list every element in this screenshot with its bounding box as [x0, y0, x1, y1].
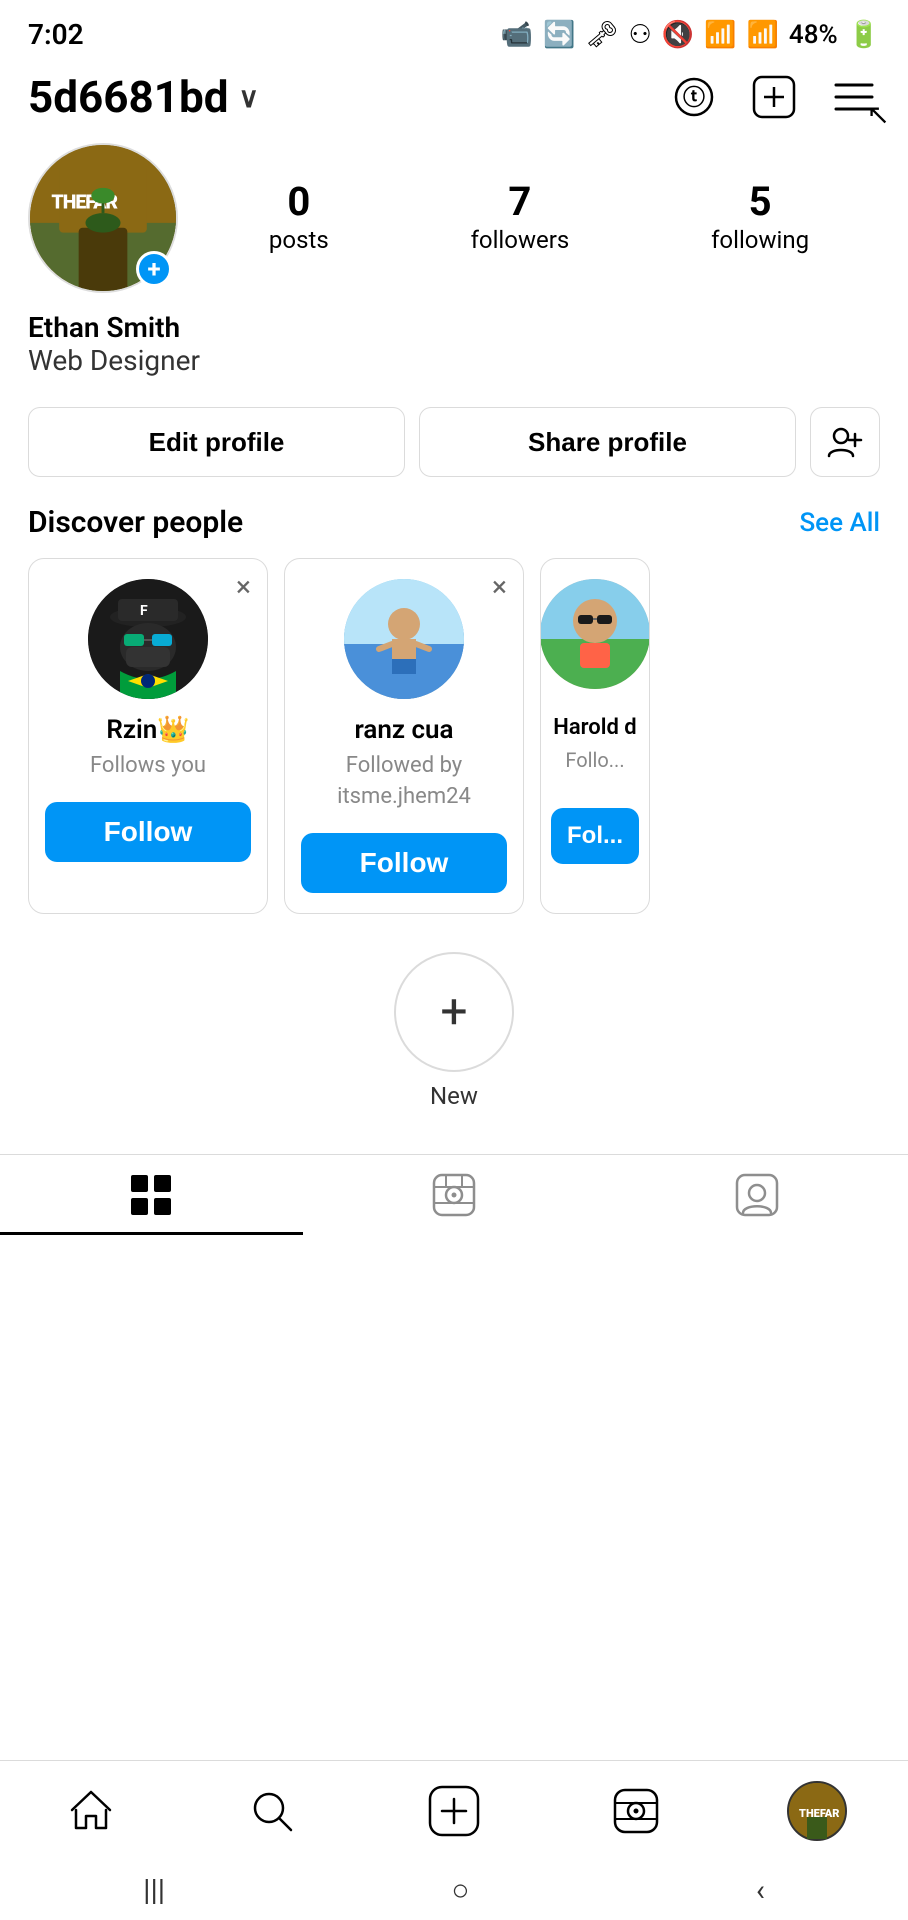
new-story-label: New — [430, 1082, 478, 1110]
threads-button[interactable]: ⓣ — [668, 71, 720, 123]
signal-icon: 📶 — [747, 20, 779, 50]
avatar-wrapper: THEFAR + — [28, 143, 178, 293]
dismiss-ranz-button[interactable]: × — [492, 573, 507, 601]
new-post-button[interactable] — [748, 71, 800, 123]
status-icons: 📹 🔄 🗝 ⚇ 🔇 📶 📶 48% 🔋 — [501, 20, 880, 50]
system-home-button[interactable]: ○ — [451, 1873, 469, 1908]
following-stat[interactable]: 5 following — [711, 182, 809, 254]
profile-bio: Web Designer — [28, 344, 880, 377]
battery-icon: 🔋 — [848, 20, 880, 50]
followers-stat[interactable]: 7 followers — [471, 182, 570, 254]
nav-reels[interactable] — [596, 1771, 676, 1851]
nav-profile[interactable]: THEFAR — [777, 1771, 857, 1851]
follow-rzin-button[interactable]: Follow — [45, 802, 251, 862]
tab-grid[interactable] — [0, 1155, 303, 1235]
chevron-down-icon[interactable]: ∨ — [239, 81, 260, 114]
action-buttons: Edit profile Share profile — [0, 393, 908, 491]
discover-card-ranz: × — [284, 558, 524, 914]
ranz-subtitle: Followed by itsme.jhem24 — [301, 751, 507, 813]
stats-row: 0 posts 7 followers 5 following — [198, 182, 880, 254]
new-story-item[interactable]: + New — [28, 952, 880, 1110]
highlights-section: + New — [0, 928, 908, 1134]
follow-ranz-button[interactable]: Follow — [301, 833, 507, 893]
rzin-subtitle: Follows you — [90, 751, 206, 782]
profile-section: THEFAR + 0 posts 7 followers — [0, 133, 908, 393]
nav-search[interactable] — [232, 1771, 312, 1851]
followers-count: 7 — [508, 182, 531, 222]
username-row[interactable]: 5d6681bd ∨ — [28, 71, 259, 123]
ranz-username: ranz cua — [354, 715, 453, 745]
status-bar: 7:02 📹 🔄 🗝 ⚇ 🔇 📶 📶 48% 🔋 — [0, 0, 908, 61]
bluetooth-icon: ⚇ — [628, 20, 651, 50]
edit-profile-button[interactable]: Edit profile — [28, 407, 405, 477]
svg-text:F: F — [140, 603, 148, 619]
tab-tagged[interactable] — [605, 1155, 908, 1235]
harold-avatar — [540, 579, 650, 689]
see-all-button[interactable]: See All — [799, 508, 880, 538]
status-time: 7:02 — [28, 18, 84, 51]
discover-cards: × — [28, 558, 880, 914]
following-count: 5 — [749, 182, 772, 222]
camera-icon: 📹 — [501, 20, 533, 50]
discover-card-harold: Harold d Follo... Fol... — [540, 558, 650, 914]
rzin-avatar: F — [88, 579, 208, 699]
profile-info-row: THEFAR + 0 posts 7 followers — [28, 143, 880, 293]
wifi-icon: 📶 — [704, 20, 736, 50]
new-story-button[interactable]: + — [394, 952, 514, 1072]
plus-icon: + — [440, 988, 467, 1036]
nav-profile-avatar: THEFAR — [787, 1781, 847, 1841]
discover-title: Discover people — [28, 505, 243, 540]
battery-text: 48% — [789, 20, 838, 50]
profile-name-section: Ethan Smith Web Designer — [28, 311, 880, 377]
username-text: 5d6681bd — [28, 71, 229, 123]
svg-text:ⓣ: ⓣ — [683, 85, 705, 111]
rzin-username: Rzin👑 — [106, 715, 189, 745]
nav-new-post[interactable] — [414, 1771, 494, 1851]
share-profile-button[interactable]: Share profile — [419, 407, 796, 477]
harold-username: Harold d — [553, 715, 636, 740]
discover-header: Discover people See All — [28, 505, 880, 540]
dismiss-rzin-button[interactable]: × — [236, 573, 251, 601]
cursor-icon: ↖ — [867, 98, 890, 131]
ranz-avatar — [344, 579, 464, 699]
header-actions: ⓣ ↖ — [668, 71, 880, 123]
tab-reels[interactable] — [303, 1155, 606, 1235]
profile-header: 5d6681bd ∨ ⓣ ↖ — [0, 61, 908, 133]
system-back-button[interactable]: ‹ — [756, 1873, 765, 1908]
add-story-button[interactable]: + — [136, 251, 172, 287]
profile-name: Ethan Smith — [28, 311, 880, 344]
harold-subtitle: Follo... — [565, 746, 624, 774]
following-label: following — [711, 226, 809, 254]
discover-section: Discover people See All × — [0, 491, 908, 928]
followers-label: followers — [471, 226, 570, 254]
system-recent-button[interactable]: ||| — [143, 1873, 165, 1908]
nav-home[interactable] — [51, 1771, 131, 1851]
bottom-nav: THEFAR — [0, 1760, 908, 1860]
content-tab-bar — [0, 1154, 908, 1235]
posts-stat[interactable]: 0 posts — [269, 182, 329, 254]
menu-button[interactable]: ↖ — [828, 71, 880, 123]
posts-count: 0 — [287, 182, 310, 222]
system-nav: ||| ○ ‹ — [0, 1860, 908, 1920]
mute-icon: 🔇 — [662, 20, 694, 50]
discover-card-rzin: × — [28, 558, 268, 914]
add-person-button[interactable] — [810, 407, 880, 477]
key-icon: 🗝 — [585, 20, 618, 50]
follow-harold-button[interactable]: Fol... — [551, 808, 639, 864]
posts-label: posts — [269, 226, 329, 254]
rotate-icon: 🔄 — [543, 20, 575, 50]
